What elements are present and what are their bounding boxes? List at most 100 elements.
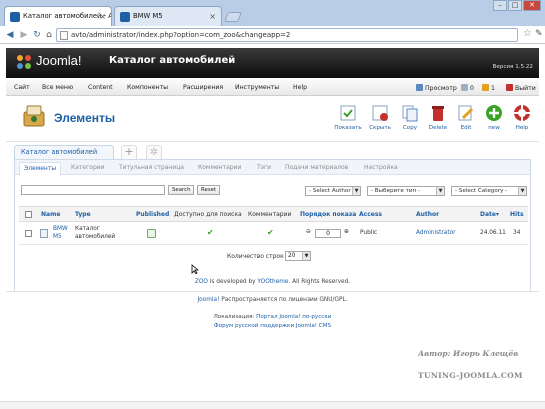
star-icon[interactable]: ☆ bbox=[523, 28, 532, 39]
column-type[interactable]: Type bbox=[75, 211, 91, 218]
publish-button[interactable]: Показать bbox=[333, 104, 363, 138]
maximize-button[interactable]: □ bbox=[508, 0, 522, 11]
search-button[interactable]: Search bbox=[168, 185, 194, 195]
subtab-config[interactable]: Настройка bbox=[364, 164, 398, 171]
column-date[interactable]: Date▾ bbox=[480, 211, 499, 218]
menu-content[interactable]: Content bbox=[88, 84, 113, 91]
item-type-line2: автомобилей bbox=[75, 234, 116, 240]
yootheme-link[interactable]: YOOtheme bbox=[257, 279, 288, 285]
comments-check-icon[interactable]: ✔ bbox=[267, 228, 274, 237]
home-icon[interactable]: ⌂ bbox=[43, 29, 55, 41]
help-icon bbox=[514, 105, 530, 121]
item-name-line1[interactable]: BMW bbox=[53, 226, 68, 232]
search-input[interactable] bbox=[21, 185, 165, 195]
subtab-comments[interactable]: Комментарии bbox=[198, 164, 241, 171]
table-row: BMW M5 Каталог автомобилей ✔ ✔ ⊖ 0 ⊕ Pub… bbox=[19, 223, 528, 245]
new-icon bbox=[486, 105, 502, 121]
reload-icon[interactable]: ↻ bbox=[31, 29, 43, 41]
messages-count[interactable]: 0 bbox=[461, 84, 474, 92]
mouse-cursor-icon bbox=[191, 264, 199, 274]
minimize-button[interactable]: – bbox=[493, 0, 507, 11]
sub-navigation: Элементы Категории Титульная страница Ко… bbox=[15, 160, 530, 176]
searchable-check-icon[interactable]: ✔ bbox=[207, 228, 214, 237]
help-button[interactable]: Help bbox=[507, 104, 537, 138]
type-filter-select[interactable]: - Выберите тип - ▼ bbox=[367, 186, 445, 196]
chevron-down-icon: ▼ bbox=[436, 187, 444, 195]
joomla-russian-forum-link[interactable]: Форум русской поддержки Joomla! CMS bbox=[214, 323, 331, 329]
menu-site[interactable]: Сайт bbox=[14, 84, 30, 91]
users-online[interactable]: 1 bbox=[482, 84, 495, 92]
url-text: avto/administrator/index.php?option=com_… bbox=[71, 31, 291, 39]
edit-label: Edit bbox=[460, 125, 472, 131]
row-checkbox[interactable] bbox=[25, 230, 32, 237]
column-published[interactable]: Published bbox=[136, 211, 169, 218]
site-name: Каталог автомобилей bbox=[109, 55, 236, 66]
subtab-tags[interactable]: Тэги bbox=[257, 164, 271, 171]
copy-button[interactable]: Copy bbox=[395, 104, 425, 138]
preview-label: Просмотр bbox=[425, 85, 457, 92]
column-access[interactable]: Access bbox=[359, 211, 382, 218]
items-panel: Элементы Категории Титульная страница Ко… bbox=[14, 159, 531, 292]
column-author[interactable]: Author bbox=[416, 211, 439, 218]
menu-components[interactable]: Компоненты bbox=[127, 84, 168, 91]
author-filter-value: - Select Author - bbox=[309, 188, 355, 194]
url-input[interactable]: avto/administrator/index.php?option=com_… bbox=[56, 28, 518, 42]
zoo-credits: ZOO is developed by YOOtheme. All Rights… bbox=[0, 279, 545, 285]
column-date-label: Date bbox=[480, 211, 496, 218]
author-value[interactable]: Administrator bbox=[416, 230, 456, 236]
menu-help[interactable]: Help bbox=[293, 84, 307, 91]
joomla-link[interactable]: Joomla! bbox=[197, 297, 219, 303]
column-name[interactable]: Name bbox=[41, 211, 60, 218]
close-window-button[interactable]: ✕ bbox=[523, 0, 541, 11]
new-button[interactable]: new bbox=[479, 104, 509, 138]
joomla-header: Joomla! Каталог автомобилей Версия 1.5.2… bbox=[6, 48, 539, 78]
order-input[interactable]: 0 bbox=[315, 229, 341, 238]
category-filter-select[interactable]: - Select Category - ▼ bbox=[451, 186, 527, 196]
column-order[interactable]: Порядок показа bbox=[300, 211, 356, 218]
page-icon bbox=[60, 31, 68, 40]
subtab-items[interactable]: Элементы bbox=[19, 162, 62, 176]
delete-label: Delete bbox=[428, 125, 448, 131]
published-toggle-icon[interactable] bbox=[147, 229, 156, 238]
subtab-frontpage[interactable]: Титульная страница bbox=[119, 164, 184, 171]
address-bar-row: ◀ ▶ ↻ ⌂ avto/administrator/index.php?opt… bbox=[0, 26, 545, 44]
browser-tab-strip: Каталог автомобилей - А × BMW M5 × – □ ✕ bbox=[0, 0, 545, 26]
close-tab-icon[interactable]: × bbox=[209, 7, 216, 26]
application-settings-gear-icon[interactable]: ✲ bbox=[146, 145, 162, 159]
rows-per-page-select[interactable]: 20 ▼ bbox=[285, 251, 311, 261]
reset-button[interactable]: Reset bbox=[197, 185, 220, 195]
column-hits[interactable]: Hits bbox=[510, 211, 524, 218]
zoo-link[interactable]: ZOO bbox=[195, 279, 208, 285]
item-name-line2[interactable]: M5 bbox=[53, 234, 62, 240]
menu-extensions[interactable]: Расширения bbox=[183, 84, 223, 91]
rows-per-page-value: 20 bbox=[288, 253, 296, 259]
add-application-button[interactable]: + bbox=[121, 145, 137, 159]
publish-icon bbox=[340, 105, 356, 121]
logout-link[interactable]: Выйти bbox=[506, 84, 536, 92]
back-arrow-icon[interactable]: ◀ bbox=[4, 29, 16, 41]
unpublish-button[interactable]: Скрыть bbox=[365, 104, 395, 138]
wrench-icon[interactable]: ✎ bbox=[535, 29, 543, 39]
new-tab-button[interactable] bbox=[224, 12, 242, 22]
app-tab-catalog[interactable]: Каталог автомобилей bbox=[14, 145, 114, 159]
order-up-icon[interactable]: ⊕ bbox=[344, 229, 349, 235]
menu-all-menus[interactable]: Все меню bbox=[42, 84, 73, 91]
subtab-submissions[interactable]: Подачи материалов bbox=[285, 164, 348, 171]
subtab-categories[interactable]: Категории bbox=[71, 164, 105, 171]
browser-tab-active[interactable]: Каталог автомобилей - А × bbox=[4, 6, 112, 26]
logout-label: Выйти bbox=[515, 85, 536, 92]
new-label: new bbox=[488, 125, 500, 131]
author-filter-select[interactable]: - Select Author - ▼ bbox=[305, 186, 361, 196]
forward-arrow-icon[interactable]: ▶ bbox=[18, 29, 30, 41]
localization-credits: Локализация: Портал Joomla! по-русски Фо… bbox=[0, 313, 545, 331]
access-value[interactable]: Public bbox=[360, 230, 377, 236]
preview-link[interactable]: Просмотр bbox=[416, 84, 457, 92]
browser-tab-inactive[interactable]: BMW M5 × bbox=[114, 6, 222, 26]
order-down-icon[interactable]: ⊖ bbox=[306, 229, 311, 235]
joomla-russian-portal-link[interactable]: Портал Joomla! по-русски bbox=[256, 314, 331, 320]
edit-button[interactable]: Edit bbox=[451, 104, 481, 138]
delete-button[interactable]: Delete bbox=[423, 104, 453, 138]
select-all-checkbox[interactable] bbox=[25, 211, 32, 218]
menu-tools[interactable]: Инструменты bbox=[235, 84, 279, 91]
close-tab-icon[interactable]: × bbox=[99, 7, 106, 26]
